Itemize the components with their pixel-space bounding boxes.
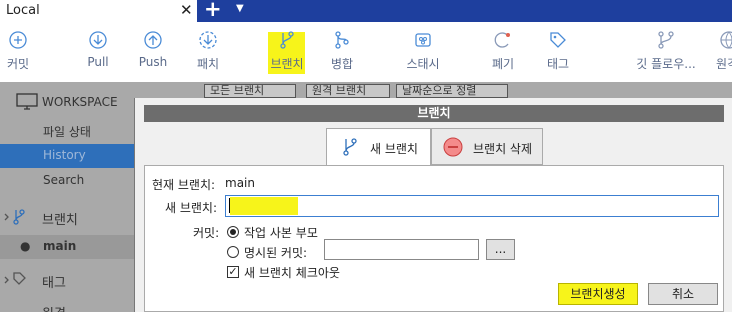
create-branch-button[interactable]: 브랜치생성	[558, 283, 638, 305]
tag-icon	[550, 32, 566, 48]
sidebar-item-main[interactable]: ● main	[0, 235, 134, 259]
sidebar: WORKSPACE 파일 상태 History Search 브랜치 ● mai…	[0, 82, 134, 312]
gitflow-button[interactable]: 깃 플로우...	[636, 30, 696, 72]
dialog-title: 브랜치	[144, 105, 724, 122]
sidebar-section-tags[interactable]: 태그	[0, 268, 134, 292]
sidebar-item-search[interactable]: Search	[0, 169, 134, 193]
specified-commit-label: 명시된 커밋:	[244, 246, 308, 260]
fetch-icon	[199, 31, 217, 49]
history-filter-bar: 모든 브랜치 원격 브랜치 날짜순으로 정렬	[134, 82, 732, 98]
merge-button[interactable]: 병합	[312, 30, 372, 72]
delete-icon	[443, 137, 463, 157]
tab-label: 브랜치 삭제	[473, 142, 533, 156]
pull-button[interactable]: Pull	[68, 30, 128, 69]
new-branch-input[interactable]	[225, 195, 719, 217]
pull-icon	[89, 31, 107, 49]
remote-button[interactable]: 원격	[702, 30, 732, 72]
discard-icon	[494, 32, 510, 48]
discard-label: 폐기	[491, 57, 515, 71]
globe-icon	[720, 31, 732, 49]
branch-section-icon	[4, 209, 25, 225]
sidebar-item-file-status[interactable]: 파일 상태	[0, 119, 134, 143]
sidebar-section-label: 원격	[42, 303, 66, 312]
all-branches-dropdown[interactable]: 모든 브랜치	[204, 84, 296, 98]
checkout-checkbox[interactable]: ✓	[227, 266, 239, 278]
new-branch-panel: 현재 브랜치: main 새 브랜치: 커밋: 작업 사본 부모 명시된 커밋:…	[144, 165, 724, 312]
branch-dialog: 브랜치 새 브랜치 브랜치 삭제 현재 브랜치: main 새 브랜치: 커밋:…	[134, 98, 732, 312]
stash-icon	[415, 33, 431, 47]
specified-commit-input[interactable]	[324, 239, 479, 260]
branch-button[interactable]: 브랜치	[257, 30, 317, 72]
gitflow-icon	[658, 31, 674, 49]
sidebar-item-history[interactable]: History	[0, 144, 134, 168]
add-tab-icon[interactable]: +	[204, 0, 222, 21]
branch-icon	[280, 31, 294, 49]
chevron-down-icon[interactable]: ▼	[236, 3, 244, 14]
monitor-icon	[16, 93, 38, 110]
fetch-button[interactable]: 패치	[178, 30, 238, 72]
tab-label: 새 브랜치	[370, 142, 418, 156]
tag-button[interactable]: 태그	[528, 30, 588, 72]
gitflow-label: 깃 플로우...	[636, 57, 696, 71]
sidebar-item-label: 파일 상태	[43, 125, 91, 139]
branch-icon	[343, 138, 357, 156]
current-branch-label: 현재 브랜치:	[152, 178, 216, 192]
commit-icon	[9, 31, 27, 49]
discard-button[interactable]: 폐기	[473, 30, 533, 72]
specified-commit-radio[interactable]	[227, 246, 239, 258]
push-icon	[144, 31, 162, 49]
tab-local[interactable]: Local ✕	[0, 0, 197, 22]
tag-section-icon	[4, 272, 26, 285]
push-button[interactable]: Push	[123, 30, 183, 69]
workspace-label: WORKSPACE	[42, 95, 118, 109]
sidebar-item-label: main	[43, 239, 77, 253]
sidebar-item-label: Search	[43, 173, 85, 187]
browse-commit-button[interactable]: ...	[486, 239, 515, 260]
sort-dropdown[interactable]: 날짜순으로 정렬	[396, 84, 508, 98]
working-copy-label: 작업 사본 부모	[244, 226, 318, 240]
cancel-button[interactable]: 취소	[648, 283, 718, 305]
tab-delete-branch[interactable]: 브랜치 삭제	[431, 128, 543, 165]
sidebar-section-label: 브랜치	[42, 213, 78, 228]
merge-icon	[335, 31, 349, 49]
checkout-label: 새 브랜치 체크아웃	[244, 266, 340, 280]
close-icon[interactable]: ✕	[180, 1, 193, 19]
current-branch-dot-icon: ●	[20, 239, 31, 253]
push-label: Push	[138, 55, 168, 69]
working-copy-radio[interactable]	[227, 226, 239, 238]
merge-label: 병합	[330, 57, 354, 71]
tab-title: Local	[6, 3, 40, 18]
toolbar: 커밋 Pull Push 패치 브랜치 병합 스태시 폐기 태그 깃 플로우..…	[0, 22, 732, 82]
fetch-label: 패치	[196, 57, 220, 71]
remote-label: 원격	[716, 57, 732, 71]
branch-label: 브랜치	[270, 57, 304, 71]
pull-label: Pull	[87, 55, 109, 69]
input-highlight	[230, 197, 298, 215]
sidebar-item-label: History	[43, 148, 86, 162]
sidebar-section-branches[interactable]: 브랜치	[0, 205, 134, 229]
stash-button[interactable]: 스태시	[393, 30, 453, 72]
sidebar-section-remotes[interactable]: 원격	[0, 299, 134, 312]
tab-new-branch[interactable]: 새 브랜치	[326, 128, 431, 166]
commit-label: 커밋	[6, 57, 30, 71]
tag-label: 태그	[546, 57, 570, 71]
current-branch-value: main	[225, 176, 255, 190]
workspace-header: WORKSPACE	[16, 93, 118, 113]
tab-bar: Local ✕ + ▼	[0, 0, 732, 22]
commit-label: 커밋:	[193, 226, 220, 240]
new-branch-label: 새 브랜치:	[165, 201, 218, 215]
commit-button[interactable]: 커밋	[0, 30, 48, 72]
sidebar-section-label: 태그	[42, 276, 66, 291]
text-cursor	[229, 198, 230, 213]
stash-label: 스태시	[406, 57, 440, 71]
remote-branches-toggle[interactable]: 원격 브랜치	[306, 84, 390, 98]
